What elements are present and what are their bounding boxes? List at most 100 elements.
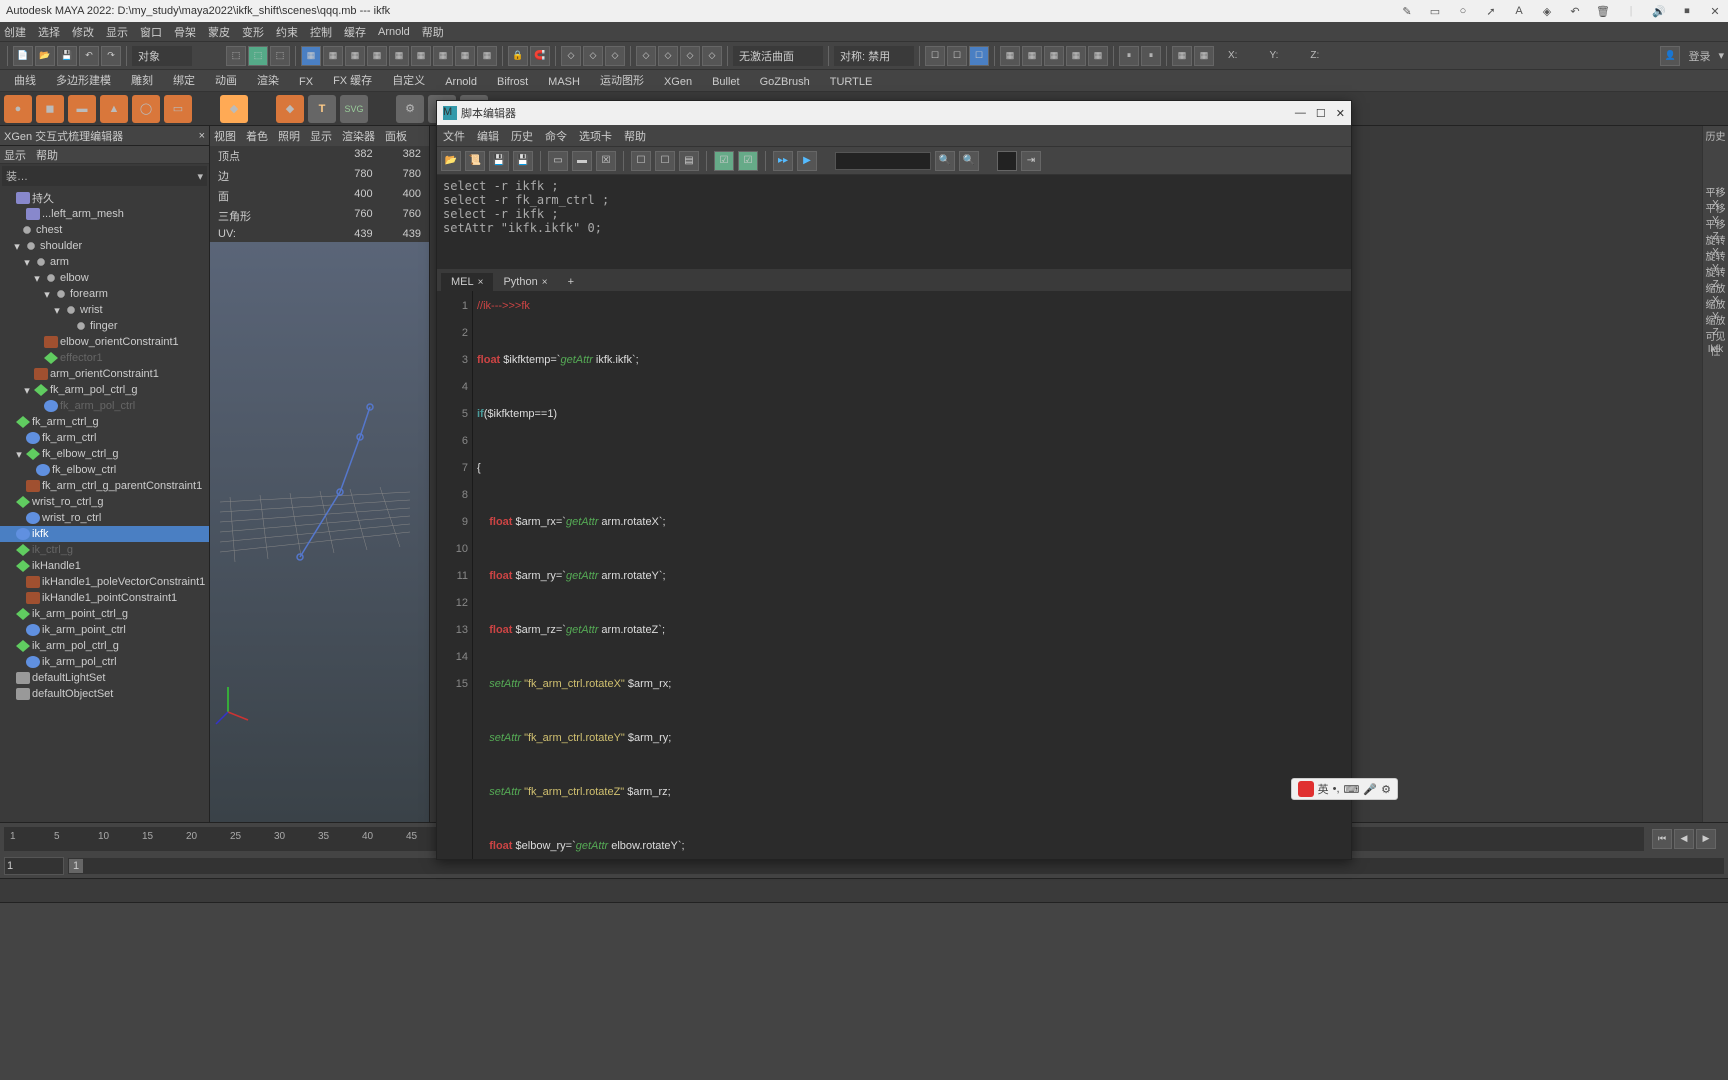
snap-btn1[interactable]: ▦ <box>301 46 321 66</box>
menu-create[interactable]: 创建 <box>4 24 26 40</box>
layout-btn2[interactable]: ▦ <box>1194 46 1214 66</box>
menu-skeleton[interactable]: 骨架 <box>174 24 196 40</box>
se-source-button[interactable]: 📜 <box>465 151 485 171</box>
render-btn2[interactable]: ▦ <box>1022 46 1042 66</box>
close-icon[interactable]: × <box>199 130 205 142</box>
se-indent-button[interactable]: ⇥ <box>1021 151 1041 171</box>
tab-curve[interactable]: 曲线 <box>4 69 46 91</box>
outliner-item[interactable]: ik_ctrl_g <box>0 542 209 558</box>
cb-history[interactable]: 历史 <box>1703 126 1728 142</box>
sel-btn1[interactable]: ⬚ <box>226 46 246 66</box>
script-editor-titlebar[interactable]: M脚本编辑器 — ☐ ✕ <box>437 101 1351 125</box>
close-icon[interactable]: × <box>542 277 548 288</box>
outliner-item[interactable]: wrist_ro_ctrl_g <box>0 494 209 510</box>
snap-btn5[interactable]: ▦ <box>389 46 409 66</box>
lock-button[interactable]: 🔒 <box>508 46 528 66</box>
mosaic-icon[interactable]: ◈ <box>1538 5 1556 18</box>
tab-bullet[interactable]: Bullet <box>702 73 750 91</box>
btn-g[interactable]: ◇ <box>702 46 722 66</box>
undo-button[interactable]: ↶ <box>79 46 99 66</box>
outliner-item[interactable]: ikHandle1_pointConstraint1 <box>0 590 209 606</box>
se-open-button[interactable]: 📂 <box>441 151 461 171</box>
tab-rig[interactable]: 绑定 <box>163 69 205 91</box>
tab-poly[interactable]: 多边形建模 <box>46 69 121 91</box>
outliner-item[interactable]: ik_arm_pol_ctrl <box>0 654 209 670</box>
btn-c[interactable]: ◇ <box>605 46 625 66</box>
login-button[interactable]: 登录 <box>1682 48 1716 64</box>
vp-light[interactable]: 照明 <box>278 128 300 144</box>
script-editor-code-area[interactable]: 123456789101112131415 //ik--->>>fk float… <box>437 291 1351 859</box>
tab-bifrost[interactable]: Bifrost <box>487 73 538 91</box>
btn-d[interactable]: ◇ <box>636 46 656 66</box>
shelf-plane-icon[interactable]: ▭ <box>164 95 192 123</box>
shelf-cyl-icon[interactable]: ▬ <box>68 95 96 123</box>
outliner-tree[interactable]: 持久...left_arm_meshchest▾shoulder▾arm▾elb… <box>0 188 209 822</box>
menu-skin[interactable]: 蒙皮 <box>208 24 230 40</box>
shelf-gear-icon[interactable]: ⚙ <box>396 95 424 123</box>
goto-start-button[interactable]: ⏮ <box>1652 829 1672 849</box>
play-btn1[interactable]: ⏸ <box>1119 46 1139 66</box>
text-icon[interactable]: A <box>1510 5 1528 17</box>
outliner-item[interactable]: effector1 <box>0 350 209 366</box>
shelf-torus-icon[interactable]: ◯ <box>132 95 160 123</box>
redo-button[interactable]: ↷ <box>101 46 121 66</box>
btn-f[interactable]: ◇ <box>680 46 700 66</box>
cb-ty[interactable]: 平移 Y <box>1703 198 1728 214</box>
cb-rz[interactable]: 旋转 Z <box>1703 262 1728 278</box>
outliner-item[interactable]: wrist_ro_ctrl <box>0 510 209 526</box>
vp-shade[interactable]: 着色 <box>246 128 268 144</box>
outliner-item[interactable]: ...left_arm_mesh <box>0 206 209 222</box>
menu-help[interactable]: 帮助 <box>422 24 444 40</box>
arrow-icon[interactable]: ➚ <box>1482 5 1500 18</box>
symmetry-dropdown[interactable]: 对称: 禁用 <box>834 46 914 66</box>
outliner-item[interactable]: ik_arm_pol_ctrl_g <box>0 638 209 654</box>
shelf-cube-icon[interactable]: ◼ <box>36 95 64 123</box>
cb-tz[interactable]: 平移 Z <box>1703 214 1728 230</box>
circle-icon[interactable]: ○ <box>1454 5 1472 17</box>
sel-btn2[interactable]: ⬚ <box>248 46 268 66</box>
command-line[interactable] <box>0 878 1728 902</box>
se-clear-input-button[interactable]: ▬ <box>572 151 592 171</box>
outliner-item[interactable]: 持久 <box>0 190 209 206</box>
outliner-item[interactable]: defaultLightSet <box>0 670 209 686</box>
script-editor-history[interactable]: select -r ikfk ; select -r fk_arm_ctrl ;… <box>437 175 1351 269</box>
close-icon[interactable]: ✕ <box>1706 5 1724 18</box>
code-lines[interactable]: //ik--->>>fk float $ikfktemp=`getAttr ik… <box>473 291 1351 859</box>
pencil-icon[interactable]: ✎ <box>1398 5 1416 18</box>
btn-j[interactable]: ☐ <box>969 46 989 66</box>
add-tab-button[interactable]: + <box>558 273 584 291</box>
shelf-sphere-icon[interactable]: ● <box>4 95 32 123</box>
save-scene-button[interactable]: 💾 <box>57 46 77 66</box>
se-search-up-button[interactable]: 🔍 <box>959 151 979 171</box>
ime-tool-icon[interactable]: ⚙ <box>1381 783 1391 796</box>
login-dropdown-icon[interactable]: ▾ <box>1718 49 1724 62</box>
tab-fx[interactable]: FX <box>289 73 323 91</box>
outliner-item[interactable]: fk_arm_pol_ctrl <box>0 398 209 414</box>
se-clear-all-button[interactable]: ☒ <box>596 151 616 171</box>
tab-render[interactable]: 渲染 <box>247 69 289 91</box>
btn-b[interactable]: ◇ <box>583 46 603 66</box>
ime-lang[interactable]: 英 <box>1318 781 1329 797</box>
render-btn1[interactable]: ▦ <box>1000 46 1020 66</box>
shelf-bifrost-icon[interactable]: ◆ <box>220 95 248 123</box>
ime-toolbar[interactable]: 英 •, ⌨ 🎤 ⚙ <box>1291 778 1398 800</box>
se-history[interactable]: 历史 <box>511 128 533 144</box>
maximize-button[interactable]: ☐ <box>1316 107 1326 120</box>
stop-icon[interactable]: ⏹ <box>1678 5 1696 18</box>
render-btn5[interactable]: ▦ <box>1088 46 1108 66</box>
se-show-input-button[interactable]: ☐ <box>655 151 675 171</box>
cb-vis[interactable]: 可见性 <box>1703 326 1728 342</box>
snap-btn7[interactable]: ▦ <box>433 46 453 66</box>
outliner-item[interactable]: chest <box>0 222 209 238</box>
outliner-item[interactable]: fk_arm_ctrl_g <box>0 414 209 430</box>
se-search-down-button[interactable]: 🔍 <box>935 151 955 171</box>
lp-display[interactable]: 显示 <box>4 147 26 163</box>
sel-btn3[interactable]: ⬚ <box>270 46 290 66</box>
se-echo-button[interactable]: ☑ <box>714 151 734 171</box>
menu-constrain[interactable]: 约束 <box>276 24 298 40</box>
tab-gozbrush[interactable]: GoZBrush <box>750 73 820 91</box>
snap-btn6[interactable]: ▦ <box>411 46 431 66</box>
menu-cache[interactable]: 缓存 <box>344 24 366 40</box>
se-clear-hist-button[interactable]: ▭ <box>548 151 568 171</box>
menu-modify[interactable]: 修改 <box>72 24 94 40</box>
